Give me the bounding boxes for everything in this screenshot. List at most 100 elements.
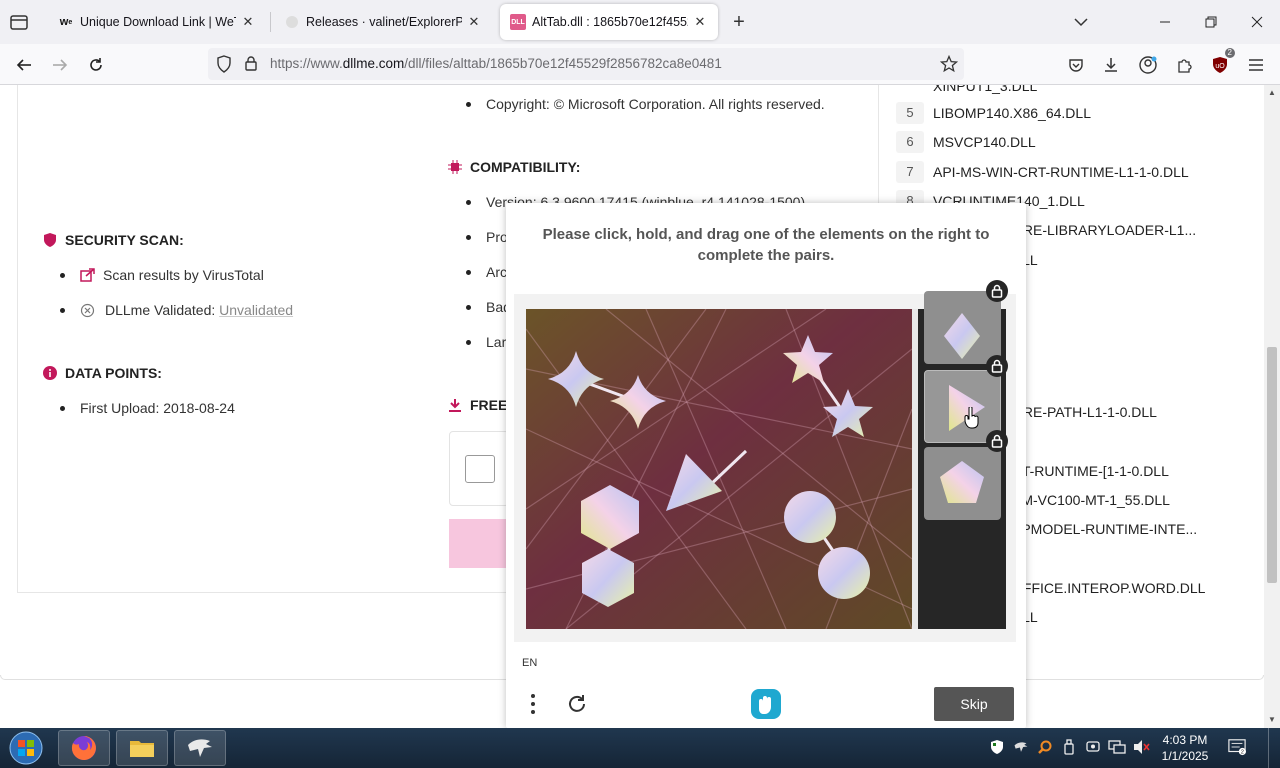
reload-icon[interactable] bbox=[83, 52, 109, 78]
hcaptcha-logo-icon bbox=[748, 687, 784, 721]
first-upload-item: First Upload: 2018-08-24 bbox=[60, 400, 235, 416]
dependency-item[interactable]: PPMODEL-RUNTIME-INTE... bbox=[1012, 516, 1197, 542]
address-bar[interactable]: https://www.dllme.com/dll/files/alttab/1… bbox=[208, 48, 964, 80]
tab-wetransfer[interactable]: we Unique Download Link | WeTransfer ✕ bbox=[48, 4, 266, 40]
notifications-icon[interactable]: 2 bbox=[1228, 738, 1246, 756]
windows-taskbar: 4:03 PM 1/1/2025 2 bbox=[0, 728, 1280, 768]
dependency-item[interactable]: OFFICE.INTEROP.WORD.DLL bbox=[1012, 575, 1205, 601]
tab-title: Unique Download Link | WeTransfer bbox=[80, 15, 236, 29]
bookmark-star-icon[interactable] bbox=[939, 54, 959, 78]
hcaptcha-challenge: Please click, hold, and drag one of the … bbox=[506, 203, 1026, 728]
close-tab-icon[interactable]: ✕ bbox=[466, 14, 482, 30]
close-window-icon[interactable] bbox=[1234, 0, 1280, 44]
tab-strip: we Unique Download Link | WeTransfer ✕ R… bbox=[0, 0, 1280, 44]
page-scrollbar[interactable]: ▲ ▼ bbox=[1264, 85, 1280, 728]
tab-title: AltTab.dll : 1865b70e12f45529f2856782ca8… bbox=[532, 15, 688, 29]
device-sync-icon[interactable] bbox=[1084, 738, 1102, 756]
svg-text:uO: uO bbox=[1215, 63, 1225, 70]
lock-icon[interactable] bbox=[244, 55, 258, 76]
restore-icon[interactable] bbox=[1188, 0, 1234, 44]
captcha-puzzle-canvas[interactable] bbox=[526, 309, 912, 629]
tracking-protection-shield-icon[interactable] bbox=[216, 55, 232, 78]
refresh-challenge-icon[interactable] bbox=[562, 687, 592, 721]
compat-architecture: Arc bbox=[466, 264, 507, 280]
compat-base: Bad bbox=[466, 299, 511, 315]
firefox-icon[interactable] bbox=[58, 730, 110, 766]
validated-item: DLLme Validated: Unvalidated bbox=[60, 302, 293, 318]
lock-icon bbox=[986, 430, 1008, 452]
show-desktop-button[interactable] bbox=[1268, 728, 1280, 768]
network-icon[interactable] bbox=[1108, 738, 1126, 756]
close-tab-icon[interactable]: ✕ bbox=[240, 14, 256, 30]
dependency-item[interactable]: RT-RUNTIME-[1-1-0.DLL bbox=[1012, 458, 1169, 484]
list-all-tabs-icon[interactable] bbox=[1072, 13, 1090, 31]
search-tray-icon[interactable] bbox=[1036, 738, 1054, 756]
app-eagle-icon[interactable] bbox=[174, 730, 226, 766]
volume-muted-icon[interactable] bbox=[1132, 738, 1150, 756]
tab-separator bbox=[270, 12, 271, 32]
minimize-icon[interactable] bbox=[1142, 0, 1188, 44]
dependency-item[interactable]: ORE-LIBRARYLOADER-L1... bbox=[1012, 217, 1196, 243]
scroll-up-icon[interactable]: ▲ bbox=[1267, 88, 1277, 98]
clock-date: 1/1/2025 bbox=[1161, 749, 1209, 763]
info-icon bbox=[43, 366, 57, 380]
wetransfer-favicon-icon: we bbox=[59, 16, 73, 28]
hamburger-menu-icon[interactable] bbox=[1243, 52, 1269, 78]
start-button-icon[interactable] bbox=[4, 729, 48, 767]
x-circle-icon bbox=[80, 303, 95, 318]
compat-language: Lar bbox=[466, 334, 506, 350]
virustotal-item: Scan results by VirusTotal bbox=[60, 267, 264, 283]
dependency-item[interactable]: 7 API-MS-WIN-CRT-RUNTIME-L1-1-0.DLL bbox=[896, 159, 1189, 185]
copyright-item: Copyright: © Microsoft Corporation. All … bbox=[466, 96, 825, 112]
downloads-icon[interactable] bbox=[1098, 52, 1124, 78]
usb-device-icon[interactable] bbox=[1060, 738, 1078, 756]
scroll-down-icon[interactable]: ▼ bbox=[1267, 715, 1277, 725]
pentagon-tile[interactable] bbox=[924, 447, 1001, 520]
shield-icon bbox=[43, 233, 57, 247]
hand-cursor-icon bbox=[964, 406, 980, 434]
skip-button[interactable]: Skip bbox=[934, 687, 1014, 721]
svg-text:2: 2 bbox=[1241, 750, 1244, 756]
url-text[interactable]: https://www.dllme.com/dll/files/alttab/1… bbox=[270, 56, 722, 71]
new-tab-icon[interactable]: + bbox=[728, 11, 750, 33]
clock-time: 4:03 PM bbox=[1162, 733, 1208, 747]
download-button[interactable] bbox=[449, 519, 509, 568]
eagle-tray-icon[interactable] bbox=[1012, 738, 1030, 756]
captcha-checkbox-box bbox=[449, 431, 509, 506]
file-explorer-icon[interactable] bbox=[116, 730, 168, 766]
extensions-puzzle-icon[interactable] bbox=[1171, 52, 1197, 78]
compat-product: Pro bbox=[466, 229, 508, 245]
account-icon[interactable] bbox=[1135, 52, 1161, 78]
download-icon bbox=[448, 398, 462, 412]
system-clock[interactable]: 4:03 PM 1/1/2025 bbox=[1152, 732, 1218, 764]
close-tab-icon[interactable]: ✕ bbox=[692, 14, 708, 30]
language-selector[interactable]: EN bbox=[522, 657, 537, 669]
chip-icon bbox=[448, 160, 462, 174]
free-download-heading: FREE bbox=[448, 397, 507, 413]
tab-github-releases[interactable]: Releases · valinet/ExplorerPatcher ✕ bbox=[274, 4, 492, 40]
external-link-icon bbox=[80, 267, 95, 283]
unvalidated-link[interactable]: Unvalidated bbox=[219, 302, 293, 318]
data-points-heading: DATA POINTS: bbox=[43, 365, 162, 381]
dependency-item[interactable]: ORE-PATH-L1-1-0.DLL bbox=[1012, 399, 1157, 425]
scrollbar-thumb[interactable] bbox=[1267, 347, 1277, 583]
lock-icon bbox=[986, 280, 1008, 302]
dllme-favicon-icon: DLL bbox=[510, 14, 526, 30]
virustotal-link[interactable]: Scan results by VirusTotal bbox=[103, 267, 264, 283]
forward-arrow-icon[interactable] bbox=[47, 52, 73, 78]
dependency-item[interactable]: 5 LIBOMP140.X86_64.DLL bbox=[896, 100, 1091, 126]
dependency-item[interactable]: XINPUT1_3.DLL bbox=[896, 85, 1037, 99]
dependency-item[interactable]: EM-VC100-MT-1_55.DLL bbox=[1012, 487, 1170, 513]
back-arrow-icon[interactable] bbox=[11, 52, 37, 78]
tab-alttab-dll[interactable]: DLL AltTab.dll : 1865b70e12f45529f285678… bbox=[500, 4, 718, 40]
firefox-view-icon[interactable] bbox=[8, 11, 30, 33]
github-favicon-icon bbox=[284, 14, 300, 30]
ublock-origin-icon[interactable]: uO 2 bbox=[1207, 48, 1235, 78]
verification-checkbox[interactable] bbox=[465, 455, 495, 483]
security-scan-heading: SECURITY SCAN: bbox=[43, 232, 184, 248]
more-options-icon[interactable] bbox=[518, 687, 548, 721]
dependency-item[interactable]: 6 MSVCP140.DLL bbox=[896, 129, 1036, 155]
pocket-icon[interactable] bbox=[1063, 52, 1089, 78]
defender-shield-icon[interactable] bbox=[988, 738, 1006, 756]
tab-title: Releases · valinet/ExplorerPatcher bbox=[306, 15, 462, 29]
